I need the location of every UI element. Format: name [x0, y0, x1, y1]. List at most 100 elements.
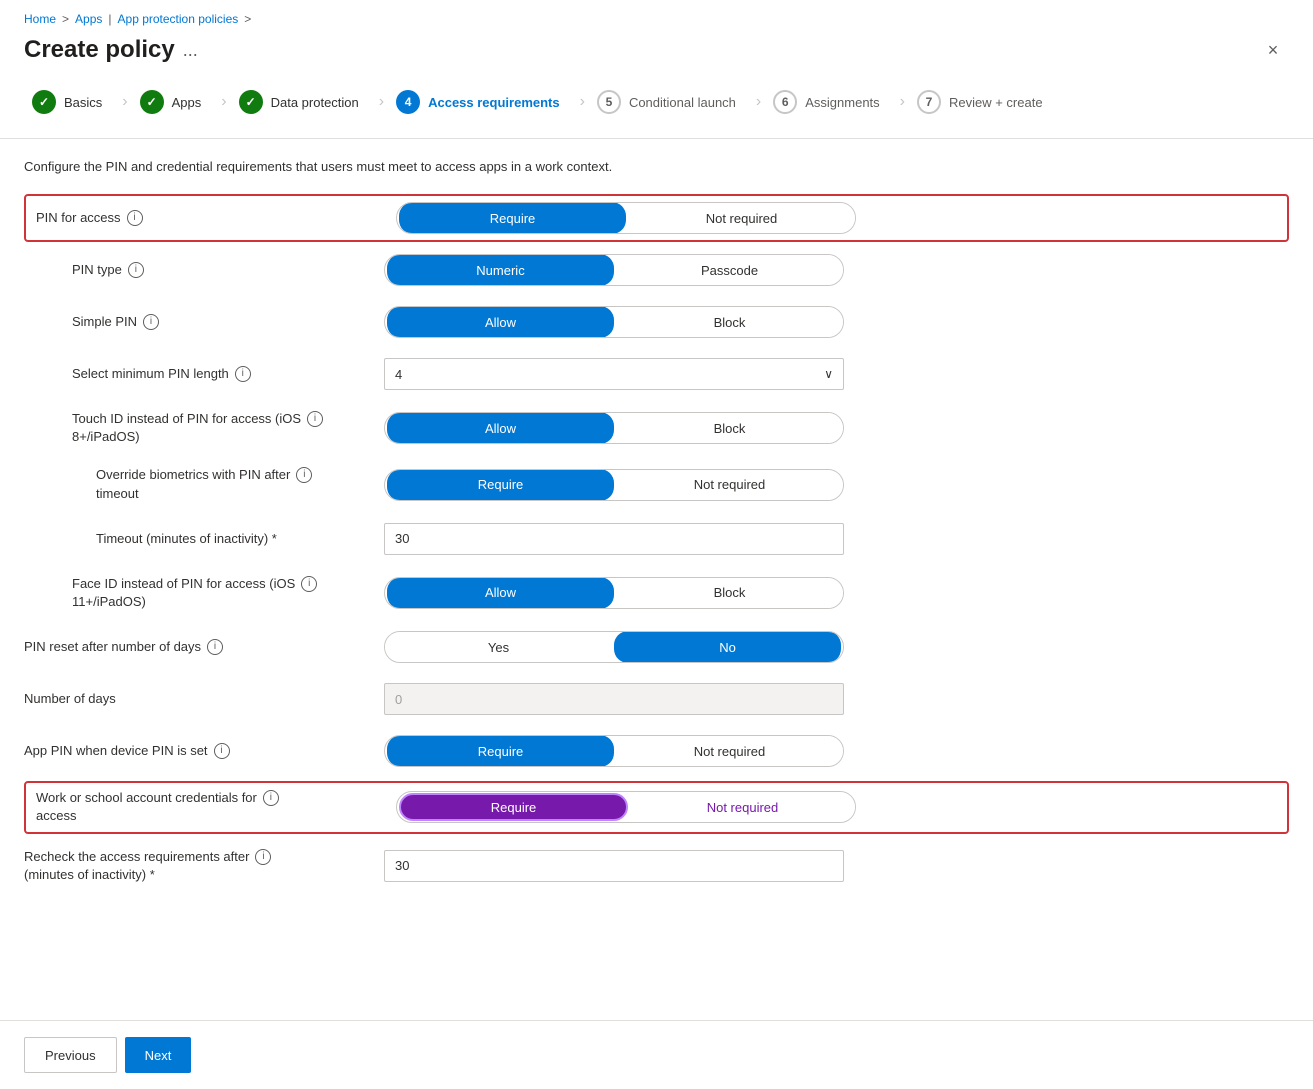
recheck-access-label: Recheck the access requirements after(mi…: [24, 848, 384, 884]
simple-pin-allow[interactable]: Allow: [387, 306, 614, 338]
simple-pin-row: Simple PIN i Allow Block: [24, 296, 1289, 348]
min-pin-length-dropdown[interactable]: 4 ∨: [384, 358, 844, 390]
work-credentials-control: Require Not required: [396, 791, 1277, 823]
simple-pin-label: Simple PIN i: [24, 313, 384, 331]
step-basics-label: Basics: [64, 95, 102, 110]
breadcrumb-policies[interactable]: App protection policies: [118, 12, 239, 26]
step-apps-label: Apps: [172, 95, 202, 110]
min-pin-length-info-icon[interactable]: i: [235, 366, 251, 382]
step-access-requirements[interactable]: 4 Access requirements: [388, 82, 576, 122]
recheck-access-row: Recheck the access requirements after(mi…: [24, 838, 1289, 894]
work-credentials-not-required[interactable]: Not required: [630, 791, 855, 823]
step-apps[interactable]: ✓ Apps: [132, 82, 218, 122]
step-sep-1: ›: [118, 93, 131, 111]
page-title-row: Create policy ... ×: [0, 30, 1313, 82]
min-pin-length-control: 4 ∨: [384, 358, 1289, 390]
page-wrapper: Home > Apps | App protection policies > …: [0, 0, 1313, 1089]
override-biometrics-require[interactable]: Require: [387, 469, 614, 501]
step-access-requirements-circle: 4: [396, 90, 420, 114]
step-data-protection-circle: ✓: [239, 90, 263, 114]
pin-reset-control: Yes No: [384, 631, 1289, 663]
app-pin-device-not-required[interactable]: Not required: [616, 735, 843, 767]
simple-pin-toggle[interactable]: Allow Block: [384, 306, 844, 338]
override-biometrics-info-icon[interactable]: i: [296, 467, 312, 483]
touch-id-info-icon[interactable]: i: [307, 411, 323, 427]
pin-for-access-toggle[interactable]: Require Not required: [396, 202, 856, 234]
app-pin-device-row: App PIN when device PIN is set i Require…: [24, 725, 1289, 777]
page-title: Create policy: [24, 36, 175, 64]
step-sep-6: ›: [896, 93, 909, 111]
step-sep-5: ›: [752, 93, 765, 111]
breadcrumb-sep2: >: [244, 12, 251, 26]
app-pin-device-info-icon[interactable]: i: [214, 743, 230, 759]
simple-pin-block[interactable]: Block: [616, 306, 843, 338]
main-content: Configure the PIN and credential require…: [0, 139, 1313, 1020]
work-credentials-info-icon[interactable]: i: [263, 790, 279, 806]
touch-id-control: Allow Block: [384, 412, 1289, 444]
breadcrumb: Home > Apps | App protection policies >: [0, 0, 1313, 30]
pin-for-access-label: PIN for access i: [36, 209, 396, 227]
pin-for-access-control: Require Not required: [396, 202, 1277, 234]
touch-id-row: Touch ID instead of PIN for access (iOS8…: [24, 400, 1289, 456]
step-conditional-launch-label: Conditional launch: [629, 95, 736, 110]
work-credentials-label: Work or school account credentials forac…: [36, 789, 396, 825]
number-of-days-control: [384, 683, 1289, 715]
step-assignments[interactable]: 6 Assignments: [765, 82, 895, 122]
pin-for-access-not-required[interactable]: Not required: [628, 202, 855, 234]
step-conditional-launch[interactable]: 5 Conditional launch: [589, 82, 752, 122]
work-credentials-toggle[interactable]: Require Not required: [396, 791, 856, 823]
pin-type-passcode[interactable]: Passcode: [616, 254, 843, 286]
chevron-down-icon: ∨: [824, 367, 833, 381]
face-id-block[interactable]: Block: [616, 577, 843, 609]
face-id-allow[interactable]: Allow: [387, 577, 614, 609]
min-pin-length-row: Select minimum PIN length i 4 ∨: [24, 348, 1289, 400]
timeout-input[interactable]: [384, 523, 844, 555]
simple-pin-info-icon[interactable]: i: [143, 314, 159, 330]
step-data-protection[interactable]: ✓ Data protection: [231, 82, 375, 122]
work-credentials-require[interactable]: Require: [399, 793, 628, 821]
touch-id-toggle[interactable]: Allow Block: [384, 412, 844, 444]
pin-type-info-icon[interactable]: i: [128, 262, 144, 278]
pin-reset-toggle[interactable]: Yes No: [384, 631, 844, 663]
breadcrumb-home[interactable]: Home: [24, 12, 56, 26]
face-id-toggle[interactable]: Allow Block: [384, 577, 844, 609]
step-review-create-circle: 7: [917, 90, 941, 114]
breadcrumb-sep1: >: [62, 12, 69, 26]
app-pin-device-require[interactable]: Require: [387, 735, 614, 767]
pin-type-control: Numeric Passcode: [384, 254, 1289, 286]
pin-reset-yes[interactable]: Yes: [385, 631, 612, 663]
pin-for-access-info-icon[interactable]: i: [127, 210, 143, 226]
face-id-info-icon[interactable]: i: [301, 576, 317, 592]
touch-id-label: Touch ID instead of PIN for access (iOS8…: [24, 410, 384, 446]
breadcrumb-apps[interactable]: Apps: [75, 12, 102, 26]
touch-id-allow[interactable]: Allow: [387, 412, 614, 444]
number-of-days-label: Number of days: [24, 690, 384, 708]
number-of-days-input[interactable]: [384, 683, 844, 715]
pin-type-toggle[interactable]: Numeric Passcode: [384, 254, 844, 286]
pin-type-row: PIN type i Numeric Passcode: [24, 244, 1289, 296]
previous-button[interactable]: Previous: [24, 1037, 117, 1073]
override-biometrics-toggle[interactable]: Require Not required: [384, 469, 844, 501]
recheck-access-info-icon[interactable]: i: [255, 849, 271, 865]
pin-type-numeric[interactable]: Numeric: [387, 254, 614, 286]
pin-reset-info-icon[interactable]: i: [207, 639, 223, 655]
step-review-create-label: Review + create: [949, 95, 1043, 110]
recheck-access-input[interactable]: [384, 850, 844, 882]
timeout-control: [384, 523, 1289, 555]
pin-for-access-require[interactable]: Require: [399, 202, 626, 234]
touch-id-block[interactable]: Block: [616, 412, 843, 444]
pin-reset-no[interactable]: No: [614, 631, 841, 663]
step-sep-2: ›: [217, 93, 230, 111]
step-basics[interactable]: ✓ Basics: [24, 82, 118, 122]
step-conditional-launch-circle: 5: [597, 90, 621, 114]
app-pin-device-label: App PIN when device PIN is set i: [24, 742, 384, 760]
ellipsis-menu[interactable]: ...: [183, 40, 198, 61]
app-pin-device-toggle[interactable]: Require Not required: [384, 735, 844, 767]
override-biometrics-not-required[interactable]: Not required: [616, 469, 843, 501]
number-of-days-row: Number of days: [24, 673, 1289, 725]
step-review-create[interactable]: 7 Review + create: [909, 82, 1059, 122]
next-button[interactable]: Next: [125, 1037, 192, 1073]
close-button[interactable]: ×: [1257, 34, 1289, 66]
description: Configure the PIN and credential require…: [24, 159, 1289, 174]
min-pin-length-label: Select minimum PIN length i: [24, 365, 384, 383]
